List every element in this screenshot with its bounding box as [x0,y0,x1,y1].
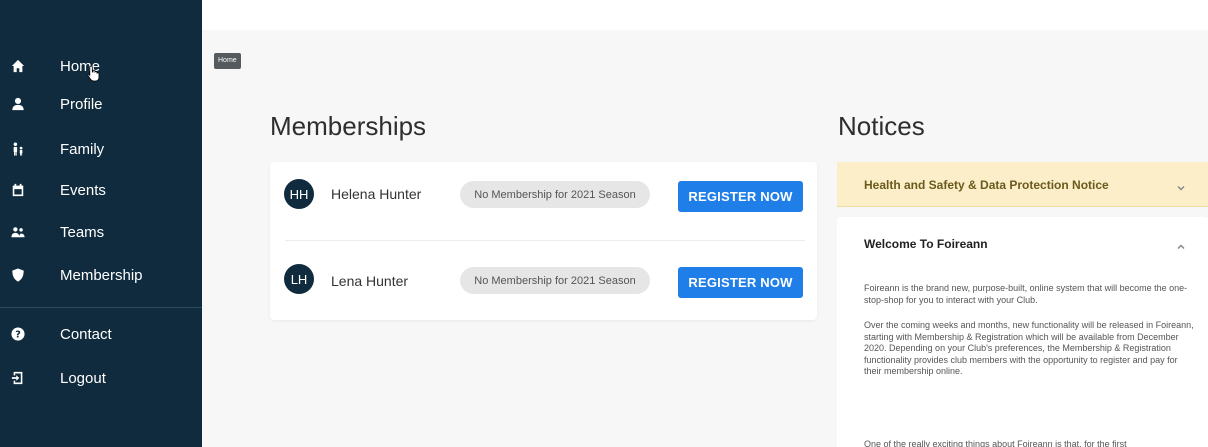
team-icon [11,225,25,239]
top-bar [202,0,1208,30]
member-name: Helena Hunter [331,186,422,202]
sidebar-item-label: Profile [60,95,103,113]
family-icon [11,142,25,156]
chevron-up-icon[interactable] [1176,239,1186,250]
logout-icon [11,371,25,385]
notice-paragraph: Foireann is the brand new, purpose-built… [864,283,1188,305]
sidebar: Home Profile Family Events Teams Members… [0,0,202,447]
sidebar-item-label: Logout [60,369,106,387]
notice-paragraph: One of the really exciting things about … [864,439,1127,447]
notice-title[interactable]: Health and Safety & Data Protection Noti… [864,178,1109,192]
register-now-button[interactable]: REGISTER NOW [678,267,803,298]
svg-text:?: ? [15,330,21,341]
status-badge: No Membership for 2021 Season [460,181,650,208]
hand-cursor-icon [87,65,100,82]
sidebar-item-profile[interactable]: Profile [0,86,202,122]
chevron-down-icon[interactable] [1176,180,1186,191]
sidebar-divider [0,307,202,308]
avatar: HH [284,179,314,209]
shield-icon [11,268,25,282]
sidebar-item-logout[interactable]: Logout [0,360,202,396]
sidebar-item-label: Membership [60,266,143,284]
sidebar-item-membership[interactable]: Membership [0,257,202,293]
sidebar-item-label: Events [60,181,106,199]
member-name: Lena Hunter [331,273,409,289]
calendar-icon [11,183,25,197]
status-badge: No Membership for 2021 Season [460,267,650,294]
notice-title[interactable]: Welcome To Foireann [864,237,988,251]
register-now-button[interactable]: REGISTER NOW [678,181,803,212]
user-icon [11,97,25,111]
memberships-title: Memberships [270,111,427,141]
sidebar-item-teams[interactable]: Teams [0,214,202,250]
sidebar-item-label: Contact [60,325,112,343]
sidebar-item-home[interactable]: Home [0,48,202,84]
sidebar-item-label: Teams [60,223,105,241]
breadcrumb[interactable]: Home [214,53,241,69]
sidebar-item-label: Family [60,140,105,158]
row-divider [285,240,805,241]
home-icon [11,59,25,73]
avatar: LH [284,264,314,294]
question-icon: ? [11,327,25,341]
notice-paragraph: Over the coming weeks and months, new fu… [864,320,1194,376]
sidebar-item-events[interactable]: Events [0,172,202,208]
sidebar-item-family[interactable]: Family [0,131,202,167]
sidebar-item-contact[interactable]: ? Contact [0,316,202,352]
notices-title: Notices [838,111,925,141]
